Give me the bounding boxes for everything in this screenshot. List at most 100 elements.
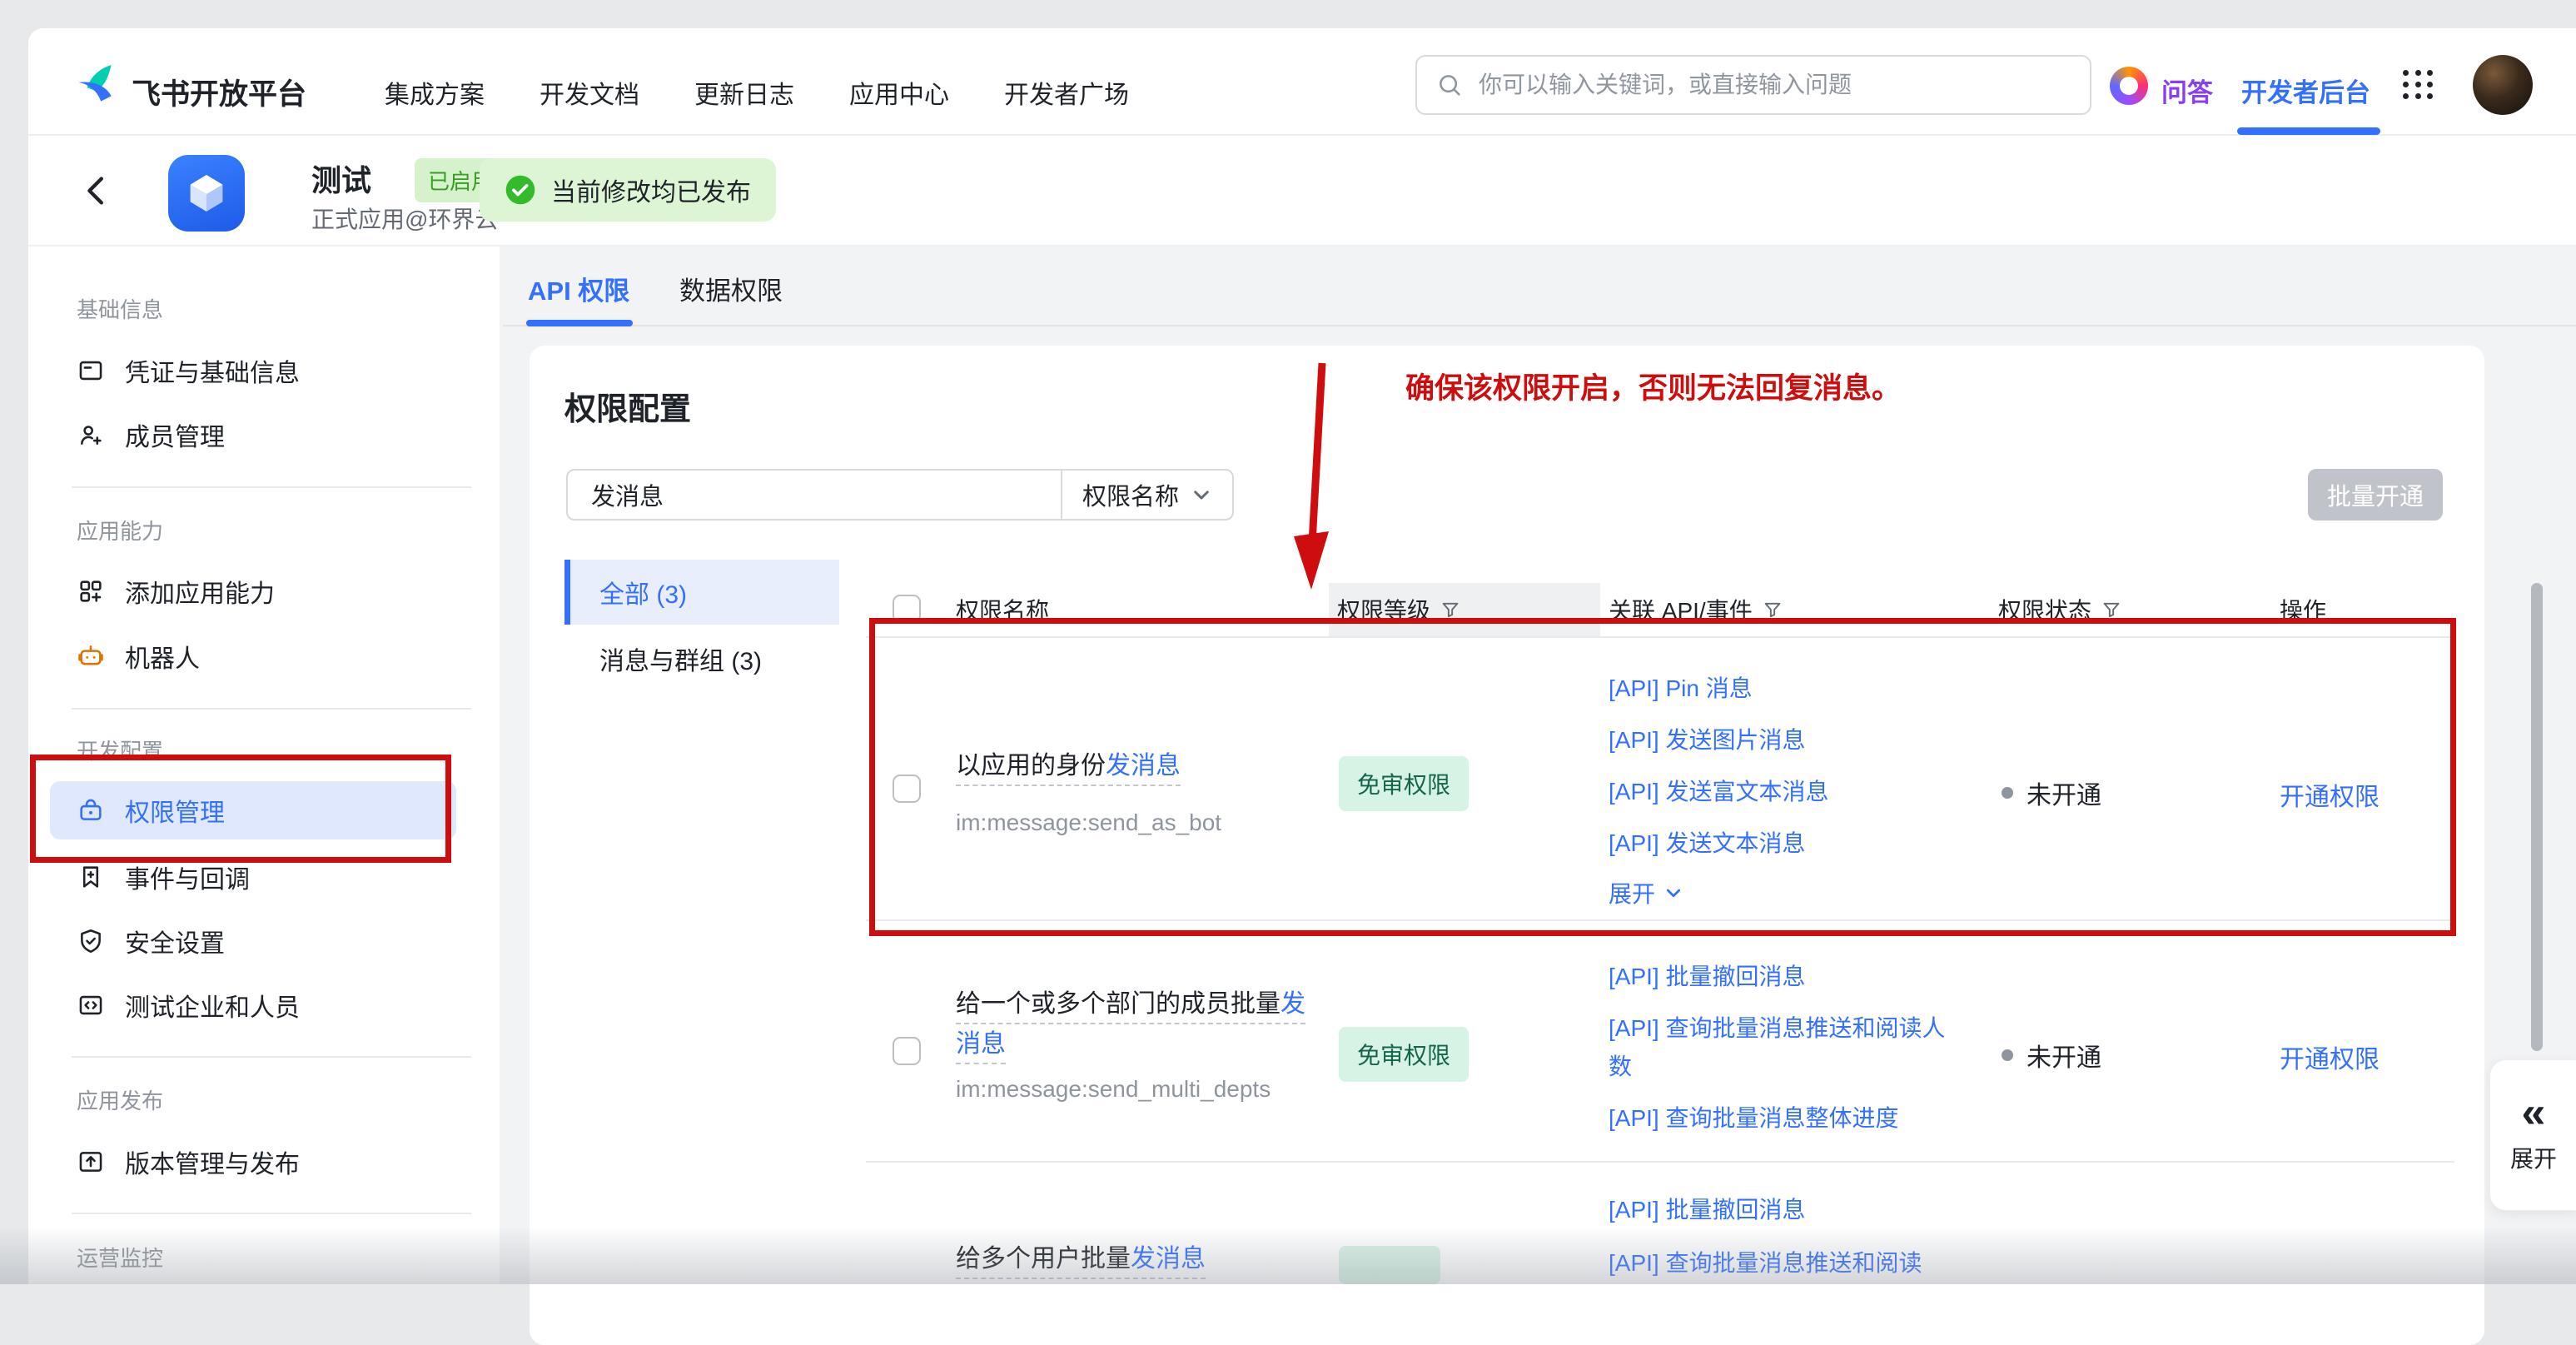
api-link[interactable]: [API] 批量撤回消息 [1609,1191,1968,1229]
expand-panel-label: 展开 [2510,1141,2557,1174]
status-dot-icon [2002,1049,2013,1061]
global-search-input[interactable] [1477,71,2071,99]
double-chevron-left-icon: « [2522,1096,2546,1129]
nav-item-app-center[interactable]: 应用中心 [849,74,949,111]
permission-name[interactable]: 给一个或多个部门的成员批量发消息 [956,984,1325,1064]
table-divider [866,1161,2454,1163]
sidebar-item-label: 添加应用能力 [125,573,275,610]
global-search[interactable] [1415,55,2091,115]
sidebar-divider [72,486,471,488]
published-banner: 当前修改均已发布 [480,158,776,222]
sidebar-item-label: 机器人 [125,638,200,675]
sidebar-item-label: 凭证与基础信息 [125,352,300,389]
sidebar-item-bot[interactable]: 机器人 [50,627,456,685]
sidebar-item-test-org[interactable]: 测试企业和人员 [50,976,456,1034]
app-subtitle: 正式应用@环界云 [311,202,498,235]
panel-title: 权限配置 [564,383,691,429]
sidebar-divider [72,1213,471,1214]
sidebar-item-label: 成员管理 [125,416,225,453]
upload-box-icon [77,1148,105,1176]
annotation-note: 确保该权限开启，否则无法回复消息。 [1405,365,1901,407]
category-all[interactable]: 全部 (3) [564,560,839,625]
permission-search-group: 权限名称 [566,469,1234,521]
row-checkbox[interactable] [893,1037,921,1065]
search-filter-select[interactable]: 权限名称 [1062,477,1232,512]
published-banner-text: 当前修改均已发布 [551,172,751,208]
level-badge: 免审权限 [1339,1027,1469,1082]
tab-active-underline [526,320,633,326]
api-link[interactable]: [API] 批量撤回消息 [1609,958,1968,996]
annotation-arrow [1274,353,1374,603]
api-list: [API] 批量撤回消息 [API] 查询批量消息推送和阅读 [1609,1191,1968,1296]
filter-icon[interactable] [1440,600,1460,620]
nav-item-solutions[interactable]: 集成方案 [385,74,485,111]
sidebar-item-label: 事件与回调 [125,859,250,895]
sidebar-item-credentials[interactable]: 凭证与基础信息 [50,341,456,400]
bulk-enable-button[interactable]: 批量开通 [2308,469,2443,521]
sidebar-section-release: 应用发布 [77,1084,163,1115]
tab-api-permissions[interactable]: API 权限 [528,270,629,307]
console-active-indicator [2237,127,2380,135]
sidebar-divider [72,1056,471,1058]
vertical-scrollbar[interactable] [2531,583,2543,1051]
user-avatar[interactable] [2473,55,2533,115]
permission-name-highlight: 发消息 [1131,1245,1206,1273]
annotation-rect-table-row [869,618,2456,936]
enable-permission-link[interactable]: 开通权限 [2280,1039,2380,1075]
sidebar-item-versions[interactable]: 版本管理与发布 [50,1133,456,1191]
brand-title[interactable]: 飞书开放平台 [132,71,306,113]
sidebar-item-label: 版本管理与发布 [125,1143,300,1180]
qa-gradient-icon[interactable] [2110,67,2148,105]
check-circle-icon [505,174,536,206]
api-link[interactable]: [API] 查询批量消息推送和阅读 [1609,1244,1968,1283]
filter-icon[interactable] [2101,600,2121,620]
app-header-divider [28,245,2576,247]
api-link[interactable]: [API] 查询批量消息整体进度 [1609,1099,1968,1138]
sidebar-divider [72,708,471,710]
app-name: 测试 [311,157,371,200]
permission-code: im:message:send_multi_depts [956,1076,1271,1103]
sidebar-item-label: 测试企业和人员 [125,987,300,1024]
expand-panel-tab[interactable]: « 展开 [2489,1059,2576,1211]
sidebar-section-monitoring: 运营监控 [77,1242,163,1273]
permission-search-input[interactable] [568,481,1061,509]
filter-icon[interactable] [1763,600,1783,620]
shield-check-icon [77,927,105,955]
nav-item-marketplace[interactable]: 开发者广场 [1004,74,1129,111]
permission-name-text: 给一个或多个部门的成员批量 [956,990,1281,1018]
app-logo-icon [168,155,245,232]
grid-add-icon [77,577,105,605]
permission-name[interactable]: 给多个用户批量发消息 [956,1239,1325,1279]
sidebar-section-capability: 应用能力 [77,515,163,545]
feishu-logo-icon[interactable] [73,62,122,110]
permission-name-text: 给多个用户批量 [956,1245,1131,1273]
category-message-group[interactable]: 消息与群组 (3) [564,626,839,691]
qa-link[interactable]: 问答 [2161,72,2213,109]
permission-status: 未开通 [2002,1037,2101,1074]
sidebar-item-add-capability[interactable]: 添加应用能力 [50,562,456,620]
robot-icon [77,642,105,670]
console-link[interactable]: 开发者后台 [2241,72,2370,109]
search-filter-value: 权限名称 [1082,477,1179,512]
sidebar-item-members[interactable]: 成员管理 [50,406,456,464]
api-link[interactable]: [API] 查询批量消息推送和阅读人数 [1609,1009,1968,1086]
search-icon [1435,71,1464,99]
api-list: [API] 批量撤回消息 [API] 查询批量消息推送和阅读人数 [API] 查… [1609,958,1968,1151]
nav-item-docs[interactable]: 开发文档 [540,74,639,111]
tab-data-permissions[interactable]: 数据权限 [679,270,783,307]
chevron-down-icon [1191,484,1212,506]
code-box-icon [77,991,105,1019]
level-badge [1339,1246,1440,1284]
person-add-icon [77,421,105,449]
tab-track [503,325,2576,326]
sidebar-item-security[interactable]: 安全设置 [50,912,456,970]
sidebar-item-label: 安全设置 [125,923,225,959]
nav-item-changelog[interactable]: 更新日志 [694,74,794,111]
nav-divider [28,134,2576,136]
bookmark-add-icon [77,863,105,891]
id-card-icon [77,356,105,385]
annotation-rect-sidebar [30,755,451,863]
sidebar-section-basic: 基础信息 [77,293,163,324]
apps-grid-icon[interactable] [2403,70,2434,99]
back-icon[interactable] [78,172,117,210]
